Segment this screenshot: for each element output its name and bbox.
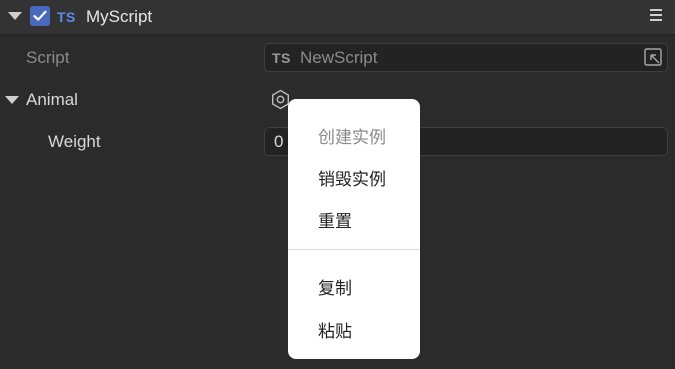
menu-item-copy[interactable]: 复制	[318, 274, 352, 299]
menu-item-paste[interactable]: 粘贴	[318, 317, 352, 342]
collapse-triangle-icon[interactable]	[8, 12, 22, 20]
menu-item-destroy-instance[interactable]: 销毁实例	[318, 165, 386, 190]
component-title: MyScript	[86, 7, 153, 26]
menu-item-create-instance[interactable]: 创建实例	[318, 123, 386, 148]
weight-value: 0	[274, 132, 284, 151]
animal-collapse-triangle-icon[interactable]	[5, 96, 19, 104]
weight-label: Weight	[48, 132, 101, 151]
menu-icon[interactable]	[650, 9, 662, 23]
locate-asset-icon[interactable]	[644, 48, 662, 66]
context-menu: 创建实例 销毁实例 重置 复制 粘贴	[288, 99, 420, 359]
script-asset-name: NewScript	[300, 48, 378, 67]
script-ts-tag: TS	[272, 50, 291, 66]
menu-divider	[288, 249, 420, 250]
ts-script-tag: TS	[57, 9, 76, 25]
menu-item-reset[interactable]: 重置	[318, 207, 352, 232]
script-label: Script	[26, 48, 70, 67]
checkbox-checked-icon	[33, 10, 47, 21]
animal-label: Animal	[26, 90, 78, 109]
enable-checkbox[interactable]	[30, 6, 50, 26]
